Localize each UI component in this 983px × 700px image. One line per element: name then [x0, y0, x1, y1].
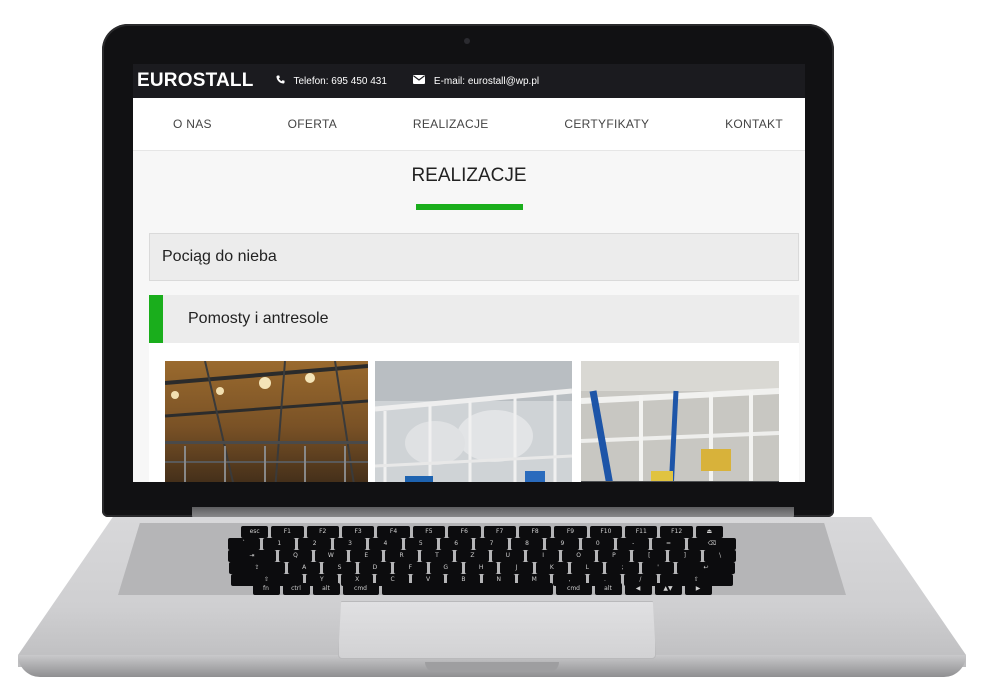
screen: EUROSTALL Telefon: 695 450 431 E-mail: e… [133, 64, 805, 482]
gallery-photo-3[interactable] [581, 361, 779, 482]
key[interactable]: ▲▼ [654, 583, 682, 595]
key[interactable]: F9 [554, 526, 587, 538]
key[interactable]: 3 [333, 538, 367, 550]
email-text: E-mail: eurostall@wp.pl [433, 75, 540, 87]
nav-item-o-nas[interactable]: O NAS [173, 117, 212, 131]
key[interactable]: ⌫ [687, 538, 737, 550]
key[interactable] [381, 583, 553, 595]
key[interactable]: F3 [341, 526, 375, 538]
key[interactable]: F8 [518, 526, 552, 538]
phone-contact[interactable]: Telefon: 695 450 431 [275, 75, 387, 87]
key[interactable]: D [358, 562, 392, 574]
key[interactable]: \ [703, 550, 737, 562]
key[interactable]: P [597, 550, 631, 562]
key[interactable]: U [491, 550, 524, 562]
key[interactable]: A [287, 562, 321, 574]
gallery-photo-1[interactable] [165, 361, 368, 482]
key[interactable]: R [385, 550, 418, 562]
nav-item-realizacje[interactable]: REALIZACJE [413, 117, 489, 131]
key[interactable]: S [323, 562, 356, 574]
page-title: REALIZACJE [411, 165, 527, 186]
key[interactable]: 8 [510, 538, 544, 550]
key[interactable]: T [420, 550, 454, 562]
key[interactable]: ] [668, 550, 701, 562]
keyboard-row: ` 1 2 3 4 5 6 7 8 9 0- = ⌫ [118, 538, 846, 550]
key[interactable]: Z [456, 550, 489, 562]
keyboard-row: ⇪ A S D F G H J K L; ' ↩ [118, 562, 846, 574]
key[interactable]: G [429, 562, 462, 574]
key[interactable]: ⏏ [695, 526, 723, 538]
key[interactable]: 9 [546, 538, 579, 550]
key[interactable]: alt [594, 583, 622, 595]
nav-item-certyfikaty[interactable]: CERTYFIKATY [564, 117, 649, 131]
phone-text: Telefon: 695 450 431 [293, 75, 387, 87]
key[interactable]: F6 [448, 526, 481, 538]
nav-item-oferta[interactable]: OFERTA [288, 117, 337, 131]
key[interactable]: O [562, 550, 595, 562]
key[interactable]: H [464, 562, 498, 574]
key[interactable]: ▶ [684, 583, 712, 595]
top-bar: EUROSTALL Telefon: 695 450 431 E-mail: e… [133, 64, 805, 98]
key[interactable]: J [500, 562, 533, 574]
key[interactable]: - [616, 538, 650, 550]
accordion-content [149, 343, 799, 482]
key[interactable]: 0 [581, 538, 614, 550]
key[interactable]: F12 [660, 526, 693, 538]
key[interactable]: ⇥ [227, 550, 277, 562]
title-underline [415, 204, 523, 210]
key[interactable]: F11 [625, 526, 658, 538]
key[interactable]: 4 [369, 538, 402, 550]
key[interactable]: ↩ [677, 562, 735, 574]
key[interactable]: cmd [342, 583, 379, 595]
accordion-item-pomosty-i-antresole[interactable]: Pomosty i antresole [149, 295, 799, 343]
key[interactable]: fn [252, 583, 280, 595]
key[interactable]: F7 [483, 526, 516, 538]
accordion-title: Pociąg do nieba [162, 248, 277, 265]
key[interactable]: L [571, 562, 604, 574]
key[interactable]: F2 [306, 526, 339, 538]
key[interactable]: F4 [377, 526, 410, 538]
keyboard-row: esc F1 F2 F3 F4 F5 F6 F7 F8 F9 F10 F11 F12 ⏏ [118, 526, 846, 538]
phone-icon [275, 75, 285, 87]
key[interactable]: = [652, 538, 685, 550]
nav-item-kontakt[interactable]: KONTAKT [725, 117, 783, 131]
key[interactable]: cmd [555, 583, 592, 595]
key[interactable]: ctrl [282, 583, 310, 595]
key[interactable]: F10 [589, 526, 623, 538]
key[interactable]: 5 [404, 538, 437, 550]
keyboard-row: ⇥ Q W E R T Z U I O P[] \ [118, 550, 846, 562]
key[interactable]: ` [227, 538, 261, 550]
key[interactable]: F5 [412, 526, 446, 538]
key[interactable]: E [350, 550, 383, 562]
key[interactable]: I [526, 550, 560, 562]
key[interactable]: 6 [440, 538, 473, 550]
key[interactable]: F [394, 562, 427, 574]
key[interactable]: Q [279, 550, 312, 562]
key[interactable]: K [535, 562, 569, 574]
key[interactable]: 2 [298, 538, 331, 550]
key[interactable]: 1 [263, 538, 296, 550]
gallery-photo-2[interactable] [375, 361, 572, 482]
key[interactable]: ◀ [624, 583, 652, 595]
laptop-notch [425, 662, 559, 672]
main-nav: O NAS OFERTA REALIZACJE CERTYFIKATY KONT… [133, 98, 805, 151]
key[interactable]: alt [312, 583, 340, 595]
key[interactable]: [ [633, 550, 666, 562]
email-contact[interactable]: E-mail: eurostall@wp.pl [412, 75, 540, 87]
key[interactable]: ⇪ [229, 562, 285, 574]
key[interactable]: ' [641, 562, 675, 574]
trackpad[interactable] [338, 601, 656, 659]
accordion-item-pociag-do-nieba[interactable]: Pociąg do nieba [149, 233, 799, 281]
key[interactable]: 7 [475, 538, 508, 550]
key[interactable]: ; [606, 562, 639, 574]
site-logo[interactable]: EUROSTALL [137, 70, 254, 92]
key[interactable]: esc [241, 526, 269, 538]
key[interactable]: W [314, 550, 348, 562]
keyboard-row: fn ctrl alt cmd cmd alt ◀ ▲▼ ▶ [118, 583, 846, 595]
key[interactable]: F1 [271, 526, 304, 538]
webcam [464, 38, 470, 44]
envelope-icon [412, 75, 425, 87]
keyboard: esc F1 F2 F3 F4 F5 F6 F7 F8 F9 F10 F11 F12 ⏏ ` 1 2 3 4 5 6 7… [118, 523, 846, 595]
accordion-title: Pomosty i antresole [188, 310, 329, 327]
